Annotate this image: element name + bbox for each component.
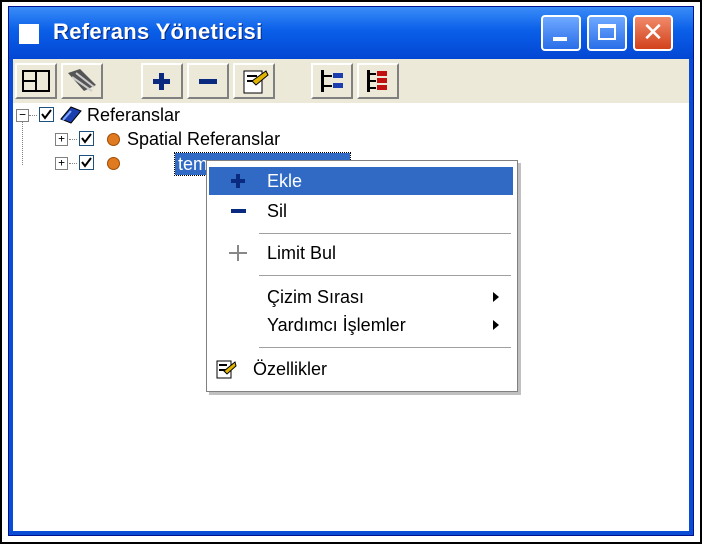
add-button[interactable] <box>141 63 183 99</box>
window-icon <box>19 24 39 44</box>
toolbar <box>13 59 689 103</box>
properties-icon <box>216 360 237 379</box>
tree-expand-button[interactable] <box>311 63 353 99</box>
checkmark-icon <box>81 157 92 168</box>
maximize-icon <box>598 24 616 40</box>
checkmark-icon <box>41 109 52 120</box>
spatial-checkbox[interactable] <box>79 131 94 146</box>
menu-item-ekle[interactable]: Ekle <box>209 167 513 195</box>
plus-icon <box>231 174 245 188</box>
maximize-button[interactable] <box>587 15 627 51</box>
menu-separator <box>259 233 511 234</box>
book-icon <box>60 106 82 124</box>
menu-item-ozellikler[interactable]: Özellikler <box>209 355 513 383</box>
expand-toggle[interactable]: + <box>55 133 68 146</box>
minimize-button[interactable] <box>541 15 581 51</box>
checkmark-icon <box>81 133 92 144</box>
submenu-arrow-icon <box>493 320 499 330</box>
submenu-arrow-icon <box>493 292 499 302</box>
tem-checkbox[interactable] <box>79 155 94 170</box>
minus-icon <box>231 209 246 213</box>
menu-item-cizim-sirasi[interactable]: Çizim Sırası <box>209 283 513 311</box>
root-checkbox[interactable] <box>39 107 54 122</box>
layer-icon <box>107 133 120 146</box>
crosshair-icon <box>229 245 247 261</box>
close-button[interactable]: ✕ <box>633 15 673 51</box>
remove-button[interactable] <box>187 63 229 99</box>
tree-expand-icon <box>321 70 343 92</box>
tree-collapse-icon <box>367 70 387 92</box>
menu-item-limit-bul[interactable]: Limit Bul <box>209 239 513 267</box>
expand-toggle[interactable]: + <box>55 157 68 170</box>
window-title: Referans Yöneticisi <box>53 19 263 44</box>
tree-collapse-button[interactable] <box>357 63 399 99</box>
menu-separator <box>259 275 511 276</box>
title-bar[interactable]: Referans Yöneticisi ✕ <box>9 7 693 59</box>
layers-button[interactable] <box>61 63 103 99</box>
add-icon <box>153 73 170 90</box>
menu-separator <box>259 347 511 348</box>
menu-item-sil[interactable]: Sil <box>209 197 513 225</box>
minimize-icon <box>553 37 567 41</box>
close-icon: ✕ <box>642 18 664 48</box>
properties-icon <box>243 70 269 94</box>
layer-icon <box>107 157 120 170</box>
menu-item-yardimci-islemler[interactable]: Yardımcı İşlemler <box>209 311 513 339</box>
remove-icon <box>199 79 217 84</box>
properties-button[interactable] <box>233 63 275 99</box>
view-button[interactable] <box>15 63 57 99</box>
tree-item-root-label[interactable]: Referanslar <box>87 104 180 126</box>
layers-icon <box>68 69 96 92</box>
tree-item-spatial[interactable]: Spatial Referanslar <box>127 128 280 150</box>
view-icon <box>22 70 50 92</box>
context-menu: Ekle Sil Limit Bul Çizim Sırası Yardımcı… <box>206 160 518 392</box>
